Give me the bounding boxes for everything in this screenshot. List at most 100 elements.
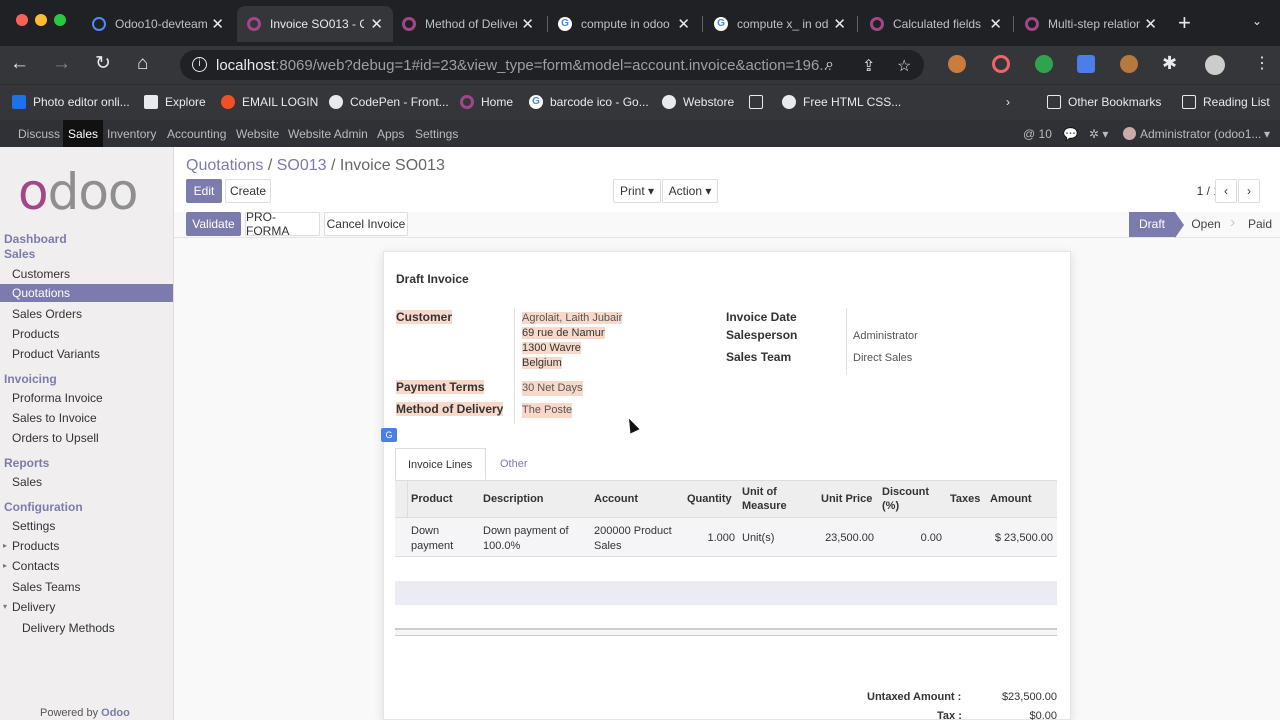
new-tab-button[interactable]: + <box>1178 10 1191 36</box>
close-tab-icon[interactable]: ✕ <box>833 15 846 33</box>
menu-accounting[interactable]: Accounting <box>167 127 226 141</box>
cell-amount[interactable]: $ 23,500.00 <box>975 531 1053 546</box>
maximize-window-button[interactable] <box>54 14 66 26</box>
debug-bug-icon[interactable]: ✲ ▾ <box>1089 127 1108 141</box>
column-account[interactable]: Account <box>594 492 638 506</box>
column-unit-price[interactable]: Unit Price <box>821 492 872 506</box>
stage-paid[interactable]: Paid <box>1242 212 1278 237</box>
user-menu-caret-icon[interactable]: ▾ <box>1264 127 1270 141</box>
sidebar-item-contacts[interactable]: Contacts <box>12 559 59 573</box>
bookmark-item[interactable]: Home <box>460 95 513 109</box>
messages-counter[interactable]: @ 10 <box>1023 127 1052 141</box>
edit-button[interactable]: Edit <box>186 179 222 203</box>
tab-invoice-lines[interactable]: Invoice Lines <box>395 448 486 480</box>
customer-name[interactable]: Agrolait, Laith Jubair <box>522 312 623 324</box>
salesperson-field[interactable]: Administrator <box>853 329 918 344</box>
home-icon[interactable]: ⌂ <box>137 54 148 74</box>
sidebar-heading-invoicing[interactable]: Invoicing <box>4 372 57 386</box>
cell-product[interactable]: Down payment <box>411 524 471 554</box>
cancel-invoice-button[interactable]: Cancel Invoice <box>324 212 408 236</box>
browser-tab[interactable]: G compute x_ in odoo ✕ <box>704 6 856 42</box>
extensions-puzzle-icon[interactable]: ✱ <box>1162 53 1177 74</box>
sidebar-heading-configuration[interactable]: Configuration <box>4 500 83 514</box>
extension-cookie-icon[interactable] <box>1120 55 1138 73</box>
cell-quantity[interactable]: 1.000 <box>695 531 735 546</box>
extension-monkey-icon[interactable] <box>948 55 966 73</box>
back-arrow-icon[interactable]: ← <box>10 54 29 74</box>
column-unit-of-measure[interactable]: Unit of Measure <box>742 485 802 513</box>
payment-terms-field[interactable]: 30 Net Days <box>522 381 583 396</box>
cell-account[interactable]: 200000 Product Sales <box>594 524 684 554</box>
sidebar-item-sales-orders[interactable]: Sales Orders <box>12 307 82 321</box>
browser-tab[interactable]: Multi-step relations ✕ <box>1015 6 1167 42</box>
sidebar-item-product-variants[interactable]: Product Variants <box>12 347 100 361</box>
bookmark-item[interactable]: Photo editor onli... <box>12 95 130 109</box>
extension-grammarly-icon[interactable] <box>1035 55 1053 73</box>
cell-description[interactable]: Down payment of 100.0% <box>483 524 583 554</box>
sidebar-heading-dashboard[interactable]: Dashboard <box>4 232 67 246</box>
print-dropdown[interactable]: Print ▾ <box>613 179 661 203</box>
sidebar-item-orders-to-upsell[interactable]: Orders to Upsell <box>12 431 99 445</box>
expand-caret-icon[interactable]: ▸ <box>3 541 7 550</box>
other-bookmarks[interactable]: Other Bookmarks <box>1047 95 1161 109</box>
forward-arrow-icon[interactable]: → <box>52 54 71 74</box>
bookmark-item[interactable]: Webstore <box>662 95 734 109</box>
browser-tab[interactable]: G compute in odoo ✕ <box>548 6 700 42</box>
bookmark-item[interactable]: Gbarcode ico - Go... <box>529 95 649 109</box>
cell-unit-price[interactable]: 23,500.00 <box>805 531 874 546</box>
column-discount[interactable]: Discount (%) <box>882 485 937 513</box>
validate-button[interactable]: Validate <box>186 212 241 236</box>
close-window-button[interactable] <box>16 14 28 26</box>
menu-inventory[interactable]: Inventory <box>107 127 156 141</box>
browser-tab[interactable]: Odoo10-devteam ✕ <box>82 6 234 42</box>
tab-other-info[interactable]: Other Info <box>488 448 540 502</box>
pro-forma-button[interactable]: PRO-FORMA <box>245 210 320 238</box>
powered-by-brand[interactable]: Odoo <box>101 707 130 719</box>
sidebar-item-customers[interactable]: Customers <box>12 267 70 281</box>
breadcrumb-quotations[interactable]: Quotations <box>186 157 263 174</box>
close-tab-icon[interactable]: ✕ <box>521 15 534 33</box>
close-tab-icon[interactable]: ✕ <box>211 15 224 33</box>
cell-unit-of-measure[interactable]: Unit(s) <box>742 531 774 546</box>
sidebar-heading-reports[interactable]: Reports <box>4 456 49 470</box>
column-quantity[interactable]: Quantity <box>687 492 732 506</box>
odoo-logo[interactable]: odoo <box>18 167 139 217</box>
more-bookmarks-chevron-icon[interactable]: › <box>1006 95 1010 109</box>
sidebar-item-delivery-methods[interactable]: Delivery Methods <box>22 621 115 635</box>
reading-list[interactable]: Reading List <box>1182 95 1270 109</box>
bookmark-item[interactable]: Explore <box>144 95 206 109</box>
translate-icon[interactable]: G <box>381 428 397 442</box>
sidebar-item-delivery[interactable]: Delivery <box>12 600 55 614</box>
bookmark-item[interactable]: CodePen - Front... <box>329 95 449 109</box>
browser-menu-icon[interactable]: ⋮ <box>1254 53 1270 73</box>
address-bar[interactable]: i localhost:8069/web?debug=1#id=23&view_… <box>180 50 924 80</box>
browser-tab[interactable]: Method of Delivery ✕ <box>392 6 544 42</box>
browser-tab[interactable]: Calculated fields ✕ <box>860 6 1012 42</box>
menu-sales[interactable]: Sales <box>63 120 104 147</box>
site-info-icon[interactable]: i <box>192 57 207 72</box>
menu-apps[interactable]: Apps <box>377 127 404 141</box>
sidebar-item-settings[interactable]: Settings <box>12 519 55 533</box>
menu-settings[interactable]: Settings <box>415 127 458 141</box>
close-tab-icon[interactable]: ✕ <box>989 15 1002 33</box>
empty-row-add-line[interactable] <box>395 581 1057 605</box>
sidebar-item-reports-sales[interactable]: Sales <box>12 475 42 489</box>
expand-caret-icon[interactable]: ▸ <box>3 561 7 570</box>
sidebar-item-proforma-invoice[interactable]: Proforma Invoice <box>12 391 103 405</box>
close-tab-icon[interactable]: ✕ <box>1144 15 1157 33</box>
extension-translate-icon[interactable] <box>1077 55 1095 73</box>
extension-color-ring-icon[interactable] <box>992 55 1010 73</box>
profile-avatar[interactable] <box>1205 55 1225 75</box>
customer-field[interactable]: Agrolait, Laith Jubair 69 rue de Namur 1… <box>522 311 623 371</box>
close-tab-icon[interactable]: ✕ <box>677 15 690 33</box>
sidebar-item-quotations[interactable]: Quotations <box>0 284 173 302</box>
stage-draft[interactable]: Draft <box>1129 212 1175 237</box>
column-product[interactable]: Product <box>411 492 453 506</box>
sidebar-item-products[interactable]: Products <box>12 327 59 341</box>
sales-team-field[interactable]: Direct Sales <box>853 351 912 366</box>
create-button[interactable]: Create <box>225 179 271 203</box>
cell-discount[interactable]: 0.00 <box>892 531 942 546</box>
bookmark-star-icon[interactable]: ☆ <box>897 56 911 76</box>
menu-website-admin[interactable]: Website Admin <box>288 127 368 141</box>
sidebar-heading-sales[interactable]: Sales <box>4 247 35 261</box>
